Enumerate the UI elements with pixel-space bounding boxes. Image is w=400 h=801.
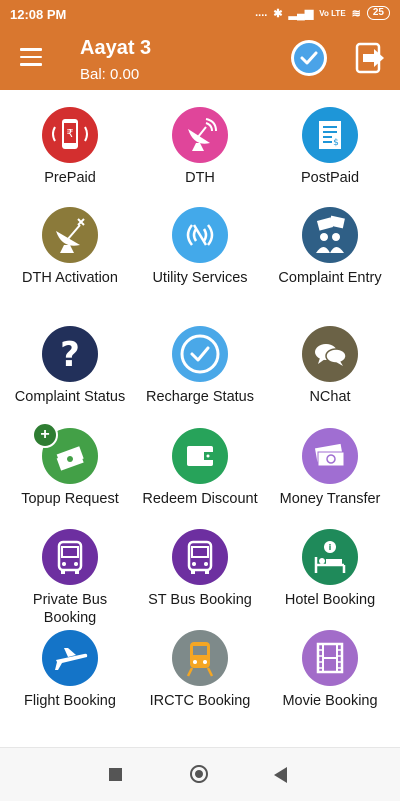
service-label: Utility Services <box>152 270 248 286</box>
bus-icon <box>172 529 228 585</box>
bus-icon <box>42 529 98 585</box>
hotel-bed-icon: i <box>302 529 358 585</box>
home-icon <box>195 770 203 778</box>
train-icon <box>172 630 228 686</box>
question-icon: ? <box>42 326 98 382</box>
airplane-icon <box>42 630 98 686</box>
wireless-signal-icon <box>172 207 228 263</box>
service-dth-activation[interactable]: DTH Activation <box>5 207 135 287</box>
svg-text:$: $ <box>333 138 339 148</box>
status-bar: 12:08 PM .... ✱ ▂▄▆ Vo LTE ≋ 25 <box>0 0 400 28</box>
recent-apps-button[interactable] <box>109 768 122 781</box>
svg-text:₹: ₹ <box>67 127 74 140</box>
balance-label: Bal: 0.00 <box>80 66 140 83</box>
service-money-transfer[interactable]: Money Transfer <box>265 428 395 508</box>
service-label: DTH <box>185 170 215 186</box>
service-recharge-status[interactable]: Recharge Status <box>135 326 265 406</box>
service-label: Complaint Status <box>14 389 126 405</box>
service-label: Flight Booking <box>24 693 116 709</box>
service-topup-request[interactable]: + Topup Request <box>5 422 135 508</box>
service-private-bus[interactable]: Private Bus Booking <box>5 529 135 627</box>
service-hotel-booking[interactable]: i Hotel Booking <box>265 529 395 609</box>
service-label: Movie Booking <box>282 693 378 709</box>
service-label: ST Bus Booking <box>148 592 252 608</box>
home-button[interactable] <box>190 765 208 783</box>
bluetooth-icon: ✱ <box>273 7 283 20</box>
film-icon <box>302 630 358 686</box>
service-label: Private Bus Booking <box>32 592 108 626</box>
service-movie-booking[interactable]: Movie Booking <box>265 630 395 710</box>
service-label: NChat <box>309 389 351 405</box>
service-label: Recharge Status <box>145 389 254 405</box>
complaint-icon <box>302 207 358 263</box>
system-nav-bar <box>0 747 400 801</box>
signal-icon: ▂▄▆ <box>288 7 314 20</box>
logout-icon <box>355 42 384 74</box>
service-label: Redeem Discount <box>142 491 258 507</box>
service-prepaid[interactable]: ₹ PrePaid <box>5 107 135 187</box>
check-icon <box>294 43 324 73</box>
service-label: PrePaid <box>44 170 96 186</box>
dish-antenna-icon <box>42 207 98 263</box>
svg-text:?: ? <box>60 335 80 375</box>
logout-button[interactable] <box>354 40 386 76</box>
mobile-recharge-icon: ₹ <box>42 107 98 163</box>
service-redeem-discount[interactable]: Redeem Discount <box>135 428 265 508</box>
service-label: PostPaid <box>300 170 360 186</box>
service-nchat[interactable]: NChat <box>265 326 395 406</box>
verified-check-button[interactable] <box>291 40 327 76</box>
wifi-icon: ≋ <box>351 7 361 20</box>
notification-dots-icon: .... <box>255 7 268 19</box>
svg-text:i: i <box>329 543 332 552</box>
money-stack-plus-icon: + <box>32 422 98 484</box>
bill-icon: $ <box>302 107 358 163</box>
satellite-dish-icon <box>172 107 228 163</box>
service-label: Hotel Booking <box>284 592 376 608</box>
status-icons: .... ✱ ▂▄▆ Vo LTE ≋ 25 <box>255 6 390 20</box>
chat-icon <box>302 326 358 382</box>
service-dth[interactable]: DTH <box>135 107 265 187</box>
service-label: Topup Request <box>21 491 119 507</box>
battery-icon: 25 <box>366 6 390 20</box>
service-flight-booking[interactable]: Flight Booking <box>5 630 135 710</box>
service-irctc-booking[interactable]: IRCTC Booking <box>135 630 265 710</box>
status-time: 12:08 PM <box>10 7 67 22</box>
service-complaint-entry[interactable]: Complaint Entry <box>265 207 395 287</box>
page-title: Aayat 3 <box>80 37 152 59</box>
service-label: DTH Activation <box>22 270 118 286</box>
service-st-bus[interactable]: ST Bus Booking <box>135 529 265 609</box>
service-complaint-status[interactable]: ? Complaint Status <box>5 326 135 406</box>
plus-icon: + <box>32 422 58 448</box>
service-postpaid[interactable]: $ PostPaid <box>265 107 395 187</box>
wallet-icon <box>172 428 228 484</box>
network-label: Vo LTE <box>319 8 346 18</box>
menu-icon[interactable] <box>20 48 42 66</box>
back-button[interactable] <box>274 767 287 783</box>
service-label: Complaint Entry <box>278 270 382 286</box>
app-bar: Aayat 3 Bal: 0.00 <box>0 28 400 90</box>
service-label: IRCTC Booking <box>149 693 251 709</box>
service-utility[interactable]: Utility Services <box>135 207 265 287</box>
money-transfer-icon <box>302 428 358 484</box>
service-label: Money Transfer <box>279 491 381 507</box>
check-icon <box>172 326 228 382</box>
